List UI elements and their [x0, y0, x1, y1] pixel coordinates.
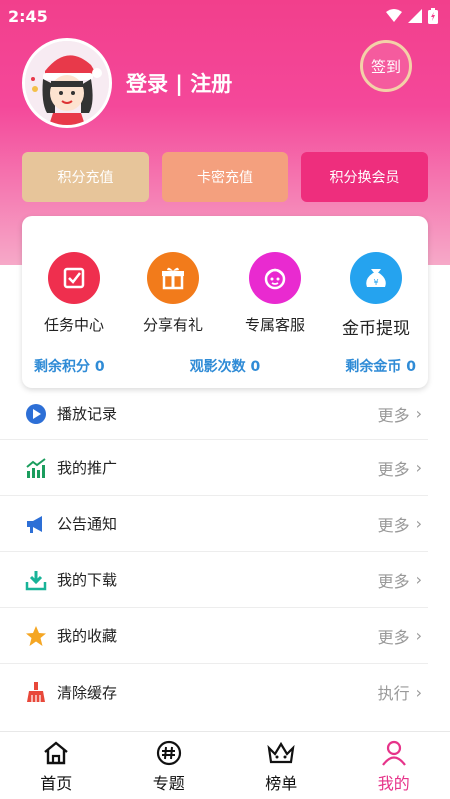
action-buttons: 积分充值 卡密充值 积分换会员	[22, 152, 428, 202]
topic-icon	[156, 740, 181, 766]
status-time: 2:45	[8, 6, 48, 26]
menu-label: 清除缓存	[57, 683, 118, 702]
support-icon	[249, 252, 301, 304]
menu-item-clear-cache[interactable]: 清除缓存 执行 ›	[0, 664, 428, 720]
home-icon	[44, 741, 69, 765]
tab-label: 专题	[152, 774, 185, 793]
feature-card: 任务中心 分享有礼 专属客服 ¥ 金币提现 剩余积分 0 观影次数 0 剩余金币…	[22, 216, 428, 388]
tab-topics[interactable]: 专题	[113, 732, 226, 799]
trend-icon	[24, 456, 48, 480]
gift-icon	[147, 252, 199, 304]
card-recharge-button[interactable]: 卡密充值	[162, 152, 288, 202]
menu-item-play-history[interactable]: 播放记录 更多 ›	[0, 388, 428, 440]
menu-item-my-promotion[interactable]: 我的推广 更多 ›	[0, 440, 428, 496]
menu-label: 播放记录	[57, 405, 118, 423]
megaphone-icon	[24, 512, 48, 536]
money-bag-icon: ¥	[350, 252, 402, 304]
avatar-illustration	[25, 41, 109, 125]
menu-action-text: 更多	[377, 459, 410, 479]
menu-label: 我的收藏	[57, 627, 118, 645]
chevron-right-icon: ›	[415, 404, 422, 423]
menu-item-my-downloads[interactable]: 我的下载 更多 ›	[0, 552, 428, 608]
menu-label: 我的下载	[57, 571, 118, 589]
feature-label: 金币提现	[342, 319, 410, 339]
menu-label: 公告通知	[57, 515, 118, 533]
task-icon	[48, 252, 100, 304]
points-to-vip-button[interactable]: 积分换会员	[301, 152, 428, 202]
chevron-right-icon: ›	[415, 514, 422, 533]
feature-label: 分享有礼	[142, 316, 203, 334]
feature-label: 任务中心	[43, 316, 104, 334]
watch-count: 观影次数 0	[189, 359, 261, 375]
menu-list: 播放记录 更多 › 我的推广 更多 › 公告通知 更多 › 我的下载 更多 › 我的收藏…	[0, 388, 450, 720]
menu-action[interactable]: 更多 ›	[378, 568, 422, 592]
user-icon	[381, 740, 406, 766]
menu-action[interactable]: 更多 ›	[378, 402, 422, 426]
svg-text:¥: ¥	[373, 278, 378, 287]
chevron-right-icon: ›	[415, 682, 422, 702]
login-register-link[interactable]: 登录 | 注册	[126, 68, 232, 98]
remaining-coins: 剩余金币 0	[345, 359, 416, 375]
wifi-icon	[386, 9, 402, 22]
menu-action-text: 更多	[377, 571, 410, 591]
menu-action[interactable]: 更多 ›	[378, 624, 422, 648]
tab-label: 我的	[377, 774, 410, 793]
menu-action-text: 更多	[377, 515, 410, 535]
status-bar: 2:45	[0, 0, 450, 32]
crown-icon	[267, 741, 295, 764]
tab-label: 榜单	[265, 774, 298, 793]
bottom-tab-bar: 首页 专题 榜单 我的	[0, 731, 450, 799]
menu-action-text: 更多	[377, 405, 410, 425]
signal-icon	[408, 9, 422, 23]
avatar[interactable]	[22, 38, 112, 128]
feature-share-gift[interactable]: 分享有礼	[123, 252, 223, 335]
menu-action-text: 执行	[377, 684, 410, 703]
stats-row: 剩余积分 0 观影次数 0 剩余金币 0	[34, 356, 416, 376]
feature-label: 专属客服	[244, 316, 305, 334]
feature-withdraw[interactable]: ¥ 金币提现	[326, 252, 426, 339]
chevron-right-icon: ›	[415, 570, 422, 589]
signin-button[interactable]: 签到	[360, 40, 412, 92]
menu-label: 我的推广	[57, 459, 118, 477]
tab-rankings[interactable]: 榜单	[225, 732, 338, 799]
chevron-right-icon: ›	[415, 458, 422, 477]
menu-action[interactable]: 执行 ›	[378, 680, 422, 704]
menu-item-notices[interactable]: 公告通知 更多 ›	[0, 496, 428, 552]
points-recharge-button[interactable]: 积分充值	[22, 152, 149, 202]
menu-action[interactable]: 更多 ›	[378, 456, 422, 480]
battery-icon	[428, 8, 438, 24]
feature-task-center[interactable]: 任务中心	[24, 252, 124, 335]
menu-item-favorites[interactable]: 我的收藏 更多 ›	[0, 608, 428, 664]
tab-mine[interactable]: 我的	[338, 732, 450, 799]
play-icon	[24, 402, 48, 426]
feature-support[interactable]: 专属客服	[225, 252, 325, 335]
status-icons	[386, 8, 438, 24]
download-icon	[24, 568, 48, 592]
tab-home[interactable]: 首页	[0, 732, 113, 799]
chevron-right-icon: ›	[415, 626, 422, 645]
star-icon	[24, 624, 48, 648]
broom-icon	[24, 680, 48, 704]
profile-section: 登录 | 注册	[22, 38, 232, 128]
tab-label: 首页	[40, 774, 73, 793]
menu-action-text: 更多	[377, 627, 410, 647]
menu-action[interactable]: 更多 ›	[378, 512, 422, 536]
remaining-points: 剩余积分 0	[34, 359, 105, 375]
